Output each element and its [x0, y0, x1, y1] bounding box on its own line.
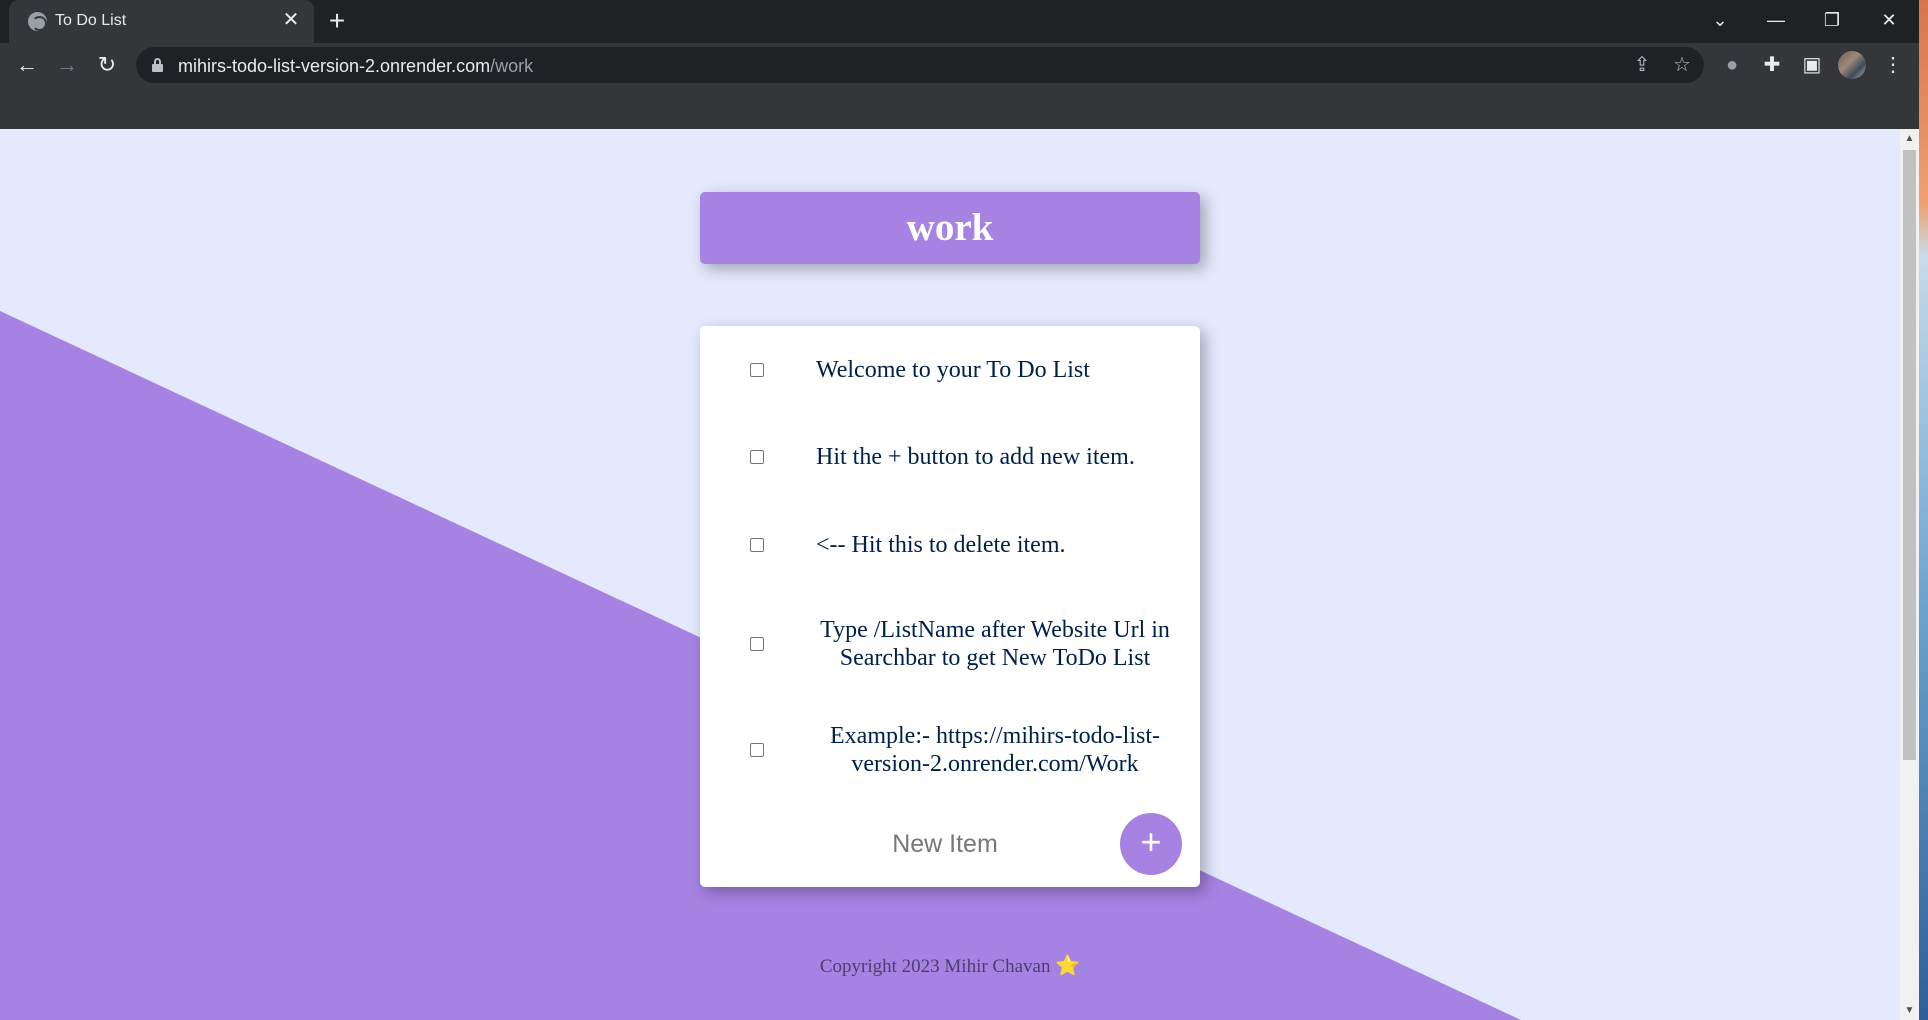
- extension-icon[interactable]: ●: [1718, 51, 1746, 79]
- list-heading-box: work: [700, 192, 1200, 264]
- scroll-down-arrow-icon[interactable]: ▼: [1900, 1001, 1919, 1020]
- list-item: Example:- https://mihirs-todo-list-versi…: [700, 721, 1200, 779]
- minimize-button[interactable]: —: [1756, 4, 1796, 36]
- address-bar[interactable]: mihirs-todo-list-version-2.onrender.com/…: [136, 47, 1704, 83]
- item-text: Example:- https://mihirs-todo-list-versi…: [830, 723, 1160, 777]
- scroll-up-arrow-icon[interactable]: ▲: [1900, 129, 1919, 148]
- list-item: <-- Hit this to delete item.: [700, 525, 1200, 565]
- item-text: <-- Hit this to delete item.: [816, 532, 1066, 558]
- scrollbar-thumb[interactable]: [1903, 150, 1916, 760]
- page-viewport: work Welcome to your To Do List Hit the …: [0, 129, 1900, 1020]
- reload-icon[interactable]: ↻: [91, 49, 123, 81]
- browser-tab-strip: To Do List ✕ + ⌄ — ❐ ✕: [0, 0, 1928, 43]
- item-checkbox[interactable]: [750, 450, 764, 464]
- share-icon[interactable]: ⇪: [1630, 53, 1654, 77]
- lock-icon[interactable]: [152, 58, 163, 72]
- list-item: Welcome to your To Do List: [700, 350, 1200, 390]
- restore-button[interactable]: ❐: [1812, 4, 1852, 36]
- tab-search-chevron-icon[interactable]: ⌄: [1700, 4, 1740, 36]
- tab-title: To Do List: [55, 12, 127, 29]
- back-arrow-icon[interactable]: ←: [11, 49, 43, 81]
- kebab-menu-icon[interactable]: ⋮: [1879, 51, 1907, 79]
- bookmarks-bar: [0, 86, 1928, 129]
- item-text: Hit the + button to add new item.: [816, 444, 1135, 470]
- list-item: Type /ListName after Website Url in Sear…: [700, 615, 1200, 673]
- browser-toolbar: ← → ↻ mihirs-todo-list-version-2.onrende…: [0, 43, 1928, 86]
- todo-list-box: Welcome to your To Do List Hit the + but…: [700, 326, 1200, 887]
- add-item-button[interactable]: +: [1120, 813, 1182, 875]
- url-host: mihirs-todo-list-version-2.onrender.com: [178, 56, 491, 76]
- star-icon[interactable]: ☆: [1670, 53, 1694, 77]
- new-tab-button[interactable]: +: [323, 7, 351, 35]
- footer: Copyright 2023 Mihir Chavan ⭐: [700, 953, 1200, 978]
- globe-icon: [28, 12, 47, 31]
- item-text: Welcome to your To Do List: [816, 357, 1090, 383]
- close-window-button[interactable]: ✕: [1869, 4, 1909, 36]
- item-checkbox[interactable]: [750, 743, 764, 757]
- star-emoji-icon: ⭐: [1055, 955, 1081, 977]
- item-checkbox[interactable]: [750, 363, 764, 377]
- side-panel-icon[interactable]: ▣: [1798, 51, 1826, 79]
- url-path: /work: [490, 56, 534, 76]
- footer-text: Copyright 2023 Mihir Chavan: [819, 956, 1051, 977]
- desktop-wallpaper-edge: [1919, 0, 1928, 1020]
- forward-arrow-icon[interactable]: →: [51, 49, 83, 81]
- avatar[interactable]: [1838, 51, 1866, 79]
- vertical-scrollbar[interactable]: ▲ ▼: [1900, 129, 1919, 1020]
- url-text[interactable]: mihirs-todo-list-version-2.onrender.com/…: [178, 56, 533, 77]
- item-checkbox[interactable]: [750, 637, 764, 651]
- new-item-input[interactable]: New Item: [820, 824, 1070, 864]
- item-checkbox[interactable]: [750, 538, 764, 552]
- page-title: work: [906, 206, 994, 249]
- puzzle-icon[interactable]: ✚: [1758, 51, 1786, 79]
- list-item: Hit the + button to add new item.: [700, 437, 1200, 477]
- item-text: Type /ListName after Website Url in Sear…: [820, 617, 1170, 671]
- tab-close-icon[interactable]: ✕: [279, 8, 303, 32]
- browser-tab[interactable]: To Do List ✕: [9, 0, 314, 43]
